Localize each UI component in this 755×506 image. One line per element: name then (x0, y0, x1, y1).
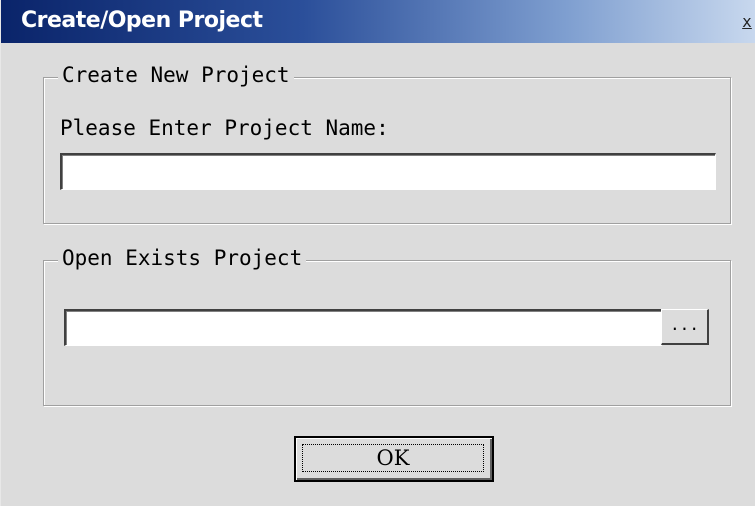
ok-button[interactable]: OK (294, 436, 494, 482)
project-path-input[interactable] (64, 309, 662, 346)
project-name-label: Please Enter Project Name: (60, 116, 389, 140)
create-open-project-dialog: Create/Open Project x Create New Project… (0, 0, 755, 506)
open-exists-project-group: Open Exists Project ... (43, 246, 731, 406)
window-title: Create/Open Project (21, 8, 263, 33)
ok-button-label: OK (302, 444, 484, 472)
project-name-input[interactable] (60, 153, 716, 190)
create-new-project-group: Create New Project Please Enter Project … (43, 63, 731, 224)
close-icon[interactable]: x (740, 14, 754, 30)
create-new-project-legend: Create New Project (58, 63, 294, 87)
browse-button[interactable]: ... (661, 309, 709, 345)
open-exists-project-legend: Open Exists Project (58, 246, 307, 270)
title-bar[interactable]: Create/Open Project x (1, 0, 755, 43)
